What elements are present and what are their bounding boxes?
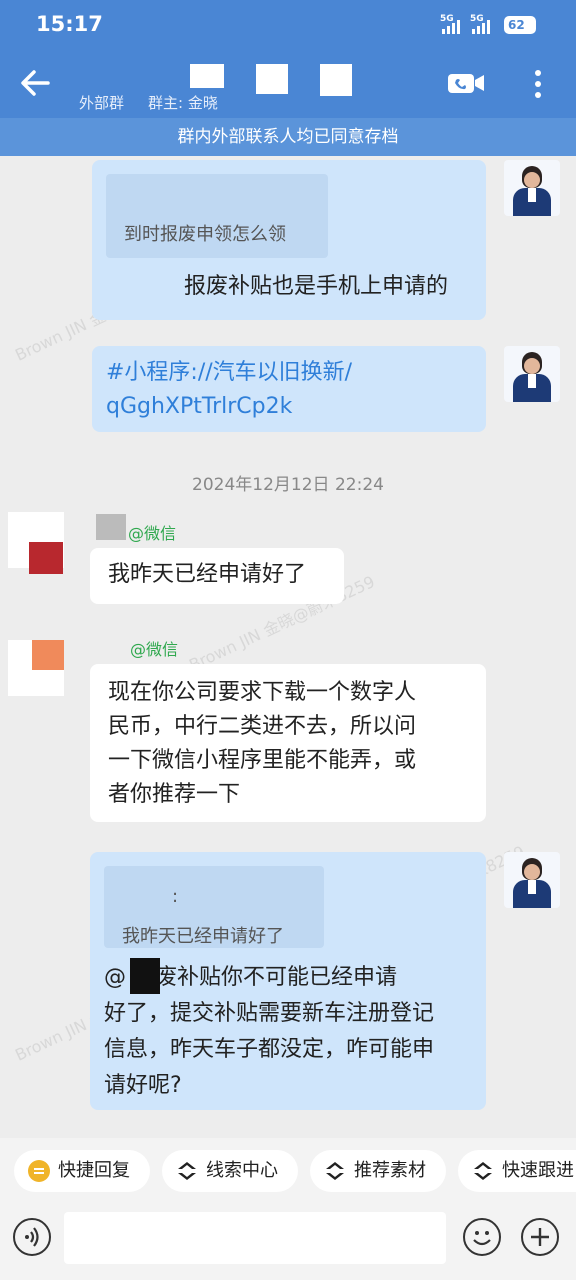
message-bubble-theirs[interactable]: 我昨天已经申请好了 (90, 548, 344, 604)
message-line: 好了，提交补贴需要新车注册登记 (104, 1001, 435, 1026)
plus-icon[interactable] (521, 1218, 559, 1256)
battery-icon: 62 (504, 16, 536, 34)
quoted-message[interactable]: : 我昨天已经申请好了 (104, 866, 324, 948)
group-type-label: 外部群 (79, 94, 125, 112)
redacted-title-block-2 (256, 64, 288, 94)
quick-follow-up-icon (474, 1162, 492, 1180)
message-text: 我昨天已经申请好了 (108, 562, 307, 587)
avatar-image (32, 640, 64, 670)
my-avatar[interactable] (504, 160, 560, 216)
message-line: 一下微信小程序里能不能弄，或 (108, 748, 417, 773)
my-avatar[interactable] (504, 852, 560, 908)
voice-input-icon[interactable] (13, 1218, 51, 1256)
recommended-material-button[interactable]: 推荐素材 (310, 1150, 446, 1192)
chip-label: 快速跟进 (502, 1160, 574, 1181)
more-options-icon[interactable] (526, 64, 550, 104)
contact-avatar[interactable] (8, 512, 64, 574)
emoji-icon[interactable] (463, 1218, 501, 1256)
chip-label: 线索中心 (206, 1160, 278, 1181)
message-line: 请好呢? (104, 1073, 182, 1098)
quoted-text: 我昨天已经申请好了 (122, 926, 284, 947)
message-bubble-mine[interactable]: #小程序://汽车以旧换新/ qGghXPtTrlrCp2k (92, 346, 486, 432)
message-bubble-mine[interactable]: : 我昨天已经申请好了 @ 报废补贴你不可能已经申请 好了，提交补贴需要新车注册… (90, 852, 486, 1110)
avatar-image (29, 542, 63, 574)
signal-icon (442, 20, 464, 34)
quoted-sender: : (172, 886, 179, 907)
message-bubble-theirs[interactable]: 现在你公司要求下载一个数字人 民币，中行二类进不去，所以问 一下微信小程序里能不… (90, 664, 486, 822)
message-line: 信息，昨天车子都没定，咋可能申 (104, 1037, 435, 1062)
mini-program-link-code[interactable]: qGghXPtTrlrCp2k (106, 390, 486, 424)
quick-actions-bar: 快捷回复 线索中心 推荐素材 快速跟进 (0, 1138, 576, 1206)
message-bubble-mine[interactable]: 到时报废申领怎么领 报废补贴也是手机上申请的 (92, 160, 486, 320)
mini-program-link[interactable]: #小程序://汽车以旧换新/ (106, 356, 486, 390)
chip-label: 推荐素材 (354, 1160, 426, 1181)
chip-label: 快捷回复 (58, 1160, 130, 1181)
redacted-title-block (190, 64, 224, 88)
quoted-message[interactable]: 到时报废申领怎么领 (106, 174, 328, 258)
message-line: 者你推荐一下 (108, 782, 241, 807)
redacted-title-block-3 (320, 64, 352, 96)
top-bar: 15:17 5G 5G 62 外部群 群主: 金晓 (0, 0, 576, 118)
message-line: 民币，中行二类进不去，所以问 (108, 714, 417, 739)
group-owner-label: 群主: 金晓 (148, 94, 218, 112)
quick-follow-up-button[interactable]: 快速跟进 (458, 1150, 576, 1192)
signal-icon-2 (472, 20, 494, 34)
recommended-material-icon (326, 1162, 344, 1180)
redacted-sender-name (96, 514, 126, 540)
chat-header: 外部群 群主: 金晓 (0, 50, 576, 118)
message-input[interactable] (64, 1212, 446, 1264)
redacted-mention (130, 958, 160, 994)
archive-notice-banner: 群内外部联系人均已同意存档 (0, 118, 576, 156)
input-bar (0, 1206, 576, 1280)
lead-center-icon (178, 1162, 196, 1180)
status-bar: 15:17 5G 5G 62 (0, 0, 576, 50)
message-line: 现在你公司要求下载一个数字人 (108, 680, 417, 705)
chat-timestamp: 2024年12月12日 22:24 (192, 475, 384, 495)
sender-name: @微信 (128, 524, 177, 543)
sender-name: @微信 (130, 640, 179, 659)
video-call-icon[interactable] (446, 68, 486, 98)
contact-avatar[interactable] (8, 640, 64, 696)
back-arrow-icon[interactable] (18, 66, 54, 100)
status-time: 15:17 (36, 12, 103, 36)
quick-reply-button[interactable]: 快捷回复 (14, 1150, 150, 1192)
lead-center-button[interactable]: 线索中心 (162, 1150, 298, 1192)
quick-reply-icon (28, 1160, 50, 1182)
message-text: 报废补贴也是手机上申请的 (184, 274, 449, 299)
my-avatar[interactable] (504, 346, 560, 402)
